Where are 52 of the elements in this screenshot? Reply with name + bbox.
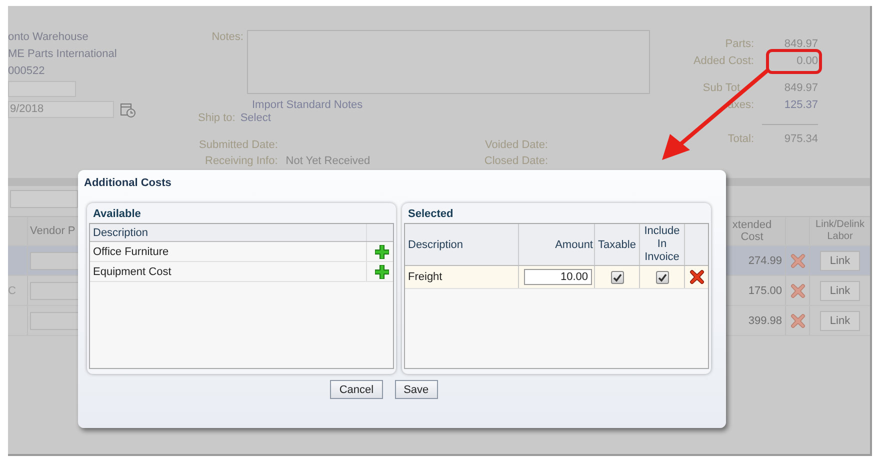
total-value: 975.34 [762, 124, 818, 148]
table-cell: Office Furniture [90, 242, 367, 261]
filter-field[interactable] [10, 190, 78, 208]
total-value: 849.97 [783, 37, 818, 52]
date-field[interactable]: 9/2018 [8, 101, 114, 118]
add-icon[interactable] [374, 244, 388, 258]
column-header: Taxable [595, 224, 640, 265]
dialog-title: Additional Costs [83, 176, 172, 191]
column-header: Include In Invoice [640, 224, 685, 265]
select-link[interactable]: Select [240, 112, 271, 124]
delete-icon[interactable] [690, 270, 704, 284]
location-text: 000522 [8, 64, 46, 79]
dialog-button[interactable]: Cancel [330, 380, 383, 399]
total-value: 125.37 [783, 98, 818, 113]
date-label: Closed Date: [484, 154, 548, 169]
location-text: onto Warehouse [8, 30, 90, 45]
total-label: Added Cost: [692, 54, 754, 69]
total-label: Total: [726, 132, 754, 147]
total-value: 0.00 [796, 54, 818, 69]
column-header: Link/Delink Labor [814, 218, 866, 244]
date-value: Not Yet Received [286, 154, 370, 169]
panel-title: Available [92, 207, 142, 222]
checkbox[interactable] [656, 270, 668, 284]
notes-label: Notes: [210, 30, 244, 45]
panel-title: Selected [407, 207, 454, 222]
ship-to-label: Ship to: [198, 112, 236, 124]
total-value: 849.97 [783, 81, 818, 96]
notes-field[interactable] [247, 30, 650, 94]
link-button[interactable]: Link [820, 310, 860, 330]
column-header: Amount [519, 224, 595, 265]
column-header: Description [90, 224, 367, 241]
table-cell: Equipment Cost [90, 262, 367, 281]
location-text: ME Parts International [8, 47, 118, 62]
table-cell: 399.98 [748, 314, 782, 326]
checkbox[interactable] [610, 270, 624, 284]
input-field[interactable] [8, 81, 76, 97]
total-label: Parts: [724, 37, 754, 52]
date-label: Voided Date: [485, 138, 548, 153]
table-cell: 175.00 [748, 284, 782, 296]
total-label: Sub Tot [702, 81, 741, 96]
date-label: Receiving Info: [205, 154, 278, 169]
dialog-button[interactable]: Save [394, 380, 438, 399]
link-button[interactable]: Link [820, 250, 860, 270]
table-cell: 274.99 [748, 254, 782, 266]
import-notes-link[interactable]: Import Standard Notes [252, 99, 363, 111]
amount-field[interactable]: 10.00 [524, 269, 592, 285]
add-icon[interactable] [374, 264, 388, 278]
link-button[interactable]: Link [820, 280, 860, 300]
column-header: Description [405, 224, 519, 265]
date-label: Submitted Date: [199, 138, 278, 153]
calendar-icon[interactable] [120, 102, 136, 118]
table-cell: Freight [405, 266, 519, 288]
